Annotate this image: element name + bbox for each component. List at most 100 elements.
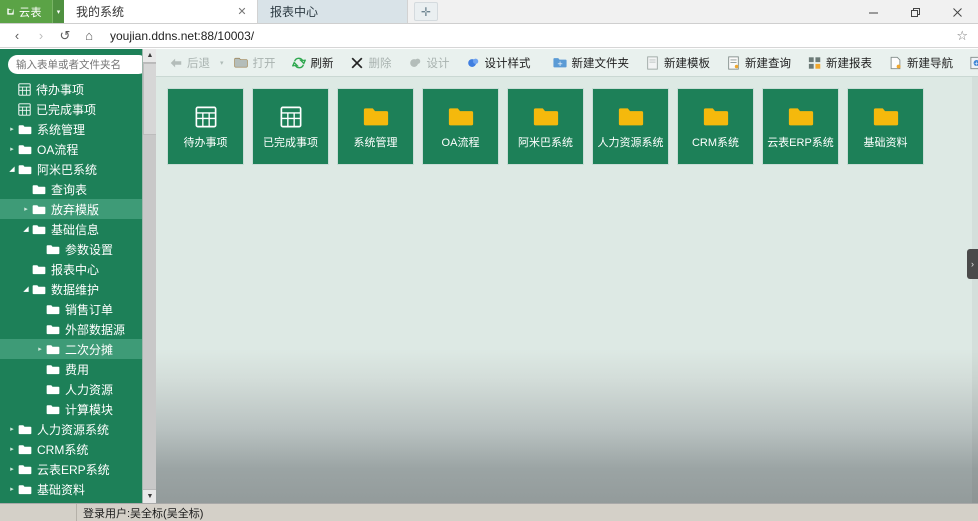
grid-icon	[280, 105, 302, 129]
close-icon[interactable]: ✕	[235, 5, 249, 18]
sidebar-item-label: 云表ERP系统	[37, 462, 110, 477]
new-nav-icon	[888, 55, 903, 70]
home-icon[interactable]: ⌂	[78, 26, 100, 46]
tab-my-system[interactable]: 我的系统 ✕	[64, 0, 258, 23]
folder-icon	[46, 344, 60, 355]
sidebar-item-6[interactable]: 查询表	[0, 179, 156, 199]
sidebar-item-9[interactable]: 参数设置	[0, 239, 156, 259]
folder-icon	[32, 184, 46, 195]
toolbar-button-label: 打开	[252, 57, 276, 70]
sidebar-item-18[interactable]: ▸ 人力资源系统	[0, 419, 156, 439]
tile-9[interactable]: 基础资料	[847, 88, 924, 165]
sidebar-item-4[interactable]: ▸ OA流程	[0, 139, 156, 159]
minimize-icon[interactable]	[852, 0, 894, 24]
restore-icon[interactable]	[894, 0, 936, 24]
close-window-icon[interactable]	[936, 0, 978, 24]
favorite-star-icon[interactable]: ☆	[956, 28, 968, 44]
sidebar-item-17[interactable]: 计算模块	[0, 399, 156, 419]
expand-toggle-icon[interactable]: ▸	[6, 445, 18, 453]
tile-label: OA流程	[441, 136, 480, 149]
sidebar-item-5[interactable]: ◢ 阿米巴系统	[0, 159, 156, 179]
tile-5[interactable]: 阿米巴系统	[507, 88, 584, 165]
diamond-logo-icon	[5, 6, 16, 17]
sidebar-item-14[interactable]: ▸ 二次分摊	[0, 339, 156, 359]
expand-toggle-icon[interactable]: ▸	[6, 145, 18, 153]
toolbar-button-refresh[interactable]: 刷新	[284, 50, 342, 76]
sidebar-item-3[interactable]: ▸ 系统管理	[0, 119, 156, 139]
search-input[interactable]	[16, 58, 151, 71]
sidebar-scrollbar[interactable]: ▲ ▼	[142, 49, 156, 503]
sidebar-item-16[interactable]: 人力资源	[0, 379, 156, 399]
expand-toggle-icon[interactable]: ▸	[6, 465, 18, 473]
tile-6[interactable]: 人力资源系统	[592, 88, 669, 165]
reload-icon[interactable]: ↺	[54, 26, 76, 46]
expand-toggle-icon[interactable]: ▸	[34, 345, 46, 353]
toolbar-button-new-flow[interactable]: +新建流程	[961, 50, 978, 76]
sidebar-item-10[interactable]: 报表中心	[0, 259, 156, 279]
sidebar-item-1[interactable]: 待办事项	[0, 79, 156, 99]
folder-icon	[46, 324, 60, 335]
folder-icon	[46, 384, 60, 395]
sidebar-item-19[interactable]: ▸ CRM系统	[0, 439, 156, 459]
yunbiao-brand-logo[interactable]: 云表	[0, 0, 52, 23]
folder-icon	[18, 484, 32, 495]
expand-toggle-icon[interactable]: ▸	[6, 425, 18, 433]
expand-toggle-icon[interactable]: ▸	[6, 485, 18, 493]
delete-x-icon	[350, 55, 365, 70]
tile-2[interactable]: 已完成事项	[252, 88, 329, 165]
main-scrollbar[interactable]	[972, 77, 978, 503]
sidebar-item-label: 报表中心	[51, 262, 100, 277]
toolbar-button-label: 新建查询	[745, 57, 792, 70]
search-box[interactable]	[8, 55, 156, 74]
toolbar-button-new-query[interactable]: 新建查询	[718, 50, 799, 76]
tab-bar: 云表 ▾ 我的系统 ✕ 报表中心 ✛	[0, 0, 978, 24]
sidebar-item-label: 二次分摊	[65, 342, 114, 357]
scroll-down-icon[interactable]: ▼	[143, 489, 156, 503]
tile-4[interactable]: OA流程	[422, 88, 499, 165]
sidebar-item-2[interactable]: 已完成事项	[0, 99, 156, 119]
folder-icon	[788, 105, 814, 129]
folder-icon	[533, 105, 559, 129]
sidebar-item-20[interactable]: ▸ 云表ERP系统	[0, 459, 156, 479]
toolbar-button-new-report[interactable]: 新建报表	[799, 50, 880, 76]
back-icon[interactable]: ‹	[6, 26, 28, 46]
main-pane: 后退 ▾ 打开 刷新 删除 设计 设计样式 + 新建文件夹 新建模板 新建查询 新建报表 新建导航 +新建…	[156, 49, 978, 503]
scroll-up-icon[interactable]: ▲	[143, 49, 156, 63]
sidebar-item-label: 销售订单	[65, 302, 114, 317]
tile-label: 人力资源系统	[597, 136, 664, 149]
expand-toggle-icon[interactable]: ◢	[20, 285, 32, 293]
new-tab-button[interactable]: ✛	[414, 2, 438, 21]
sidebar-item-label: 系统管理	[37, 122, 86, 137]
brand-menu-caret-icon[interactable]: ▾	[52, 0, 64, 23]
scrollbar-thumb[interactable]	[143, 63, 156, 135]
sidebar-item-13[interactable]: 外部数据源	[0, 319, 156, 339]
expand-toggle-icon[interactable]: ◢	[6, 165, 18, 173]
expand-toggle-icon[interactable]: ▸	[6, 125, 18, 133]
sidebar-item-15[interactable]: 费用	[0, 359, 156, 379]
sidebar-item-21[interactable]: ▸ 基础资料	[0, 479, 156, 497]
toolbar-button-back-arrow: 后退	[160, 50, 218, 76]
brand-label: 云表	[19, 6, 42, 19]
tile-3[interactable]: 系统管理	[337, 88, 414, 165]
toolbar-button-design-style[interactable]: 设计样式	[458, 50, 539, 76]
grid-icon	[18, 82, 31, 96]
sidebar-item-7[interactable]: ▸ 放弃模版	[0, 199, 156, 219]
toolbar-button-new-folder[interactable]: + 新建文件夹	[545, 50, 638, 76]
tile-7[interactable]: CRM系统	[677, 88, 754, 165]
sidebar-item-12[interactable]: 销售订单	[0, 299, 156, 319]
expand-toggle-icon[interactable]: ▸	[20, 205, 32, 213]
chevron-down-icon[interactable]: ▾	[220, 59, 224, 67]
toolbar-button-label: 删除	[368, 57, 392, 70]
toolbar-button-new-template[interactable]: 新建模板	[637, 50, 718, 76]
tab-report-center[interactable]: 报表中心	[258, 0, 408, 23]
sidebar-item-8[interactable]: ◢ 基础信息	[0, 219, 156, 239]
tile-1[interactable]: 待办事项	[167, 88, 244, 165]
tile-8[interactable]: 云表ERP系统	[762, 88, 839, 165]
tab-my-system-label: 我的系统	[76, 5, 125, 19]
toolbar-button-new-nav[interactable]: 新建导航	[880, 50, 961, 76]
expand-toggle-icon[interactable]: ◢	[20, 225, 32, 233]
panel-flyout-handle[interactable]: ›	[967, 249, 978, 279]
url-text[interactable]: youjian.ddns.net:88/10003/	[110, 29, 254, 43]
sidebar-item-11[interactable]: ◢ 数据维护	[0, 279, 156, 299]
forward-icon[interactable]: ›	[30, 26, 52, 46]
